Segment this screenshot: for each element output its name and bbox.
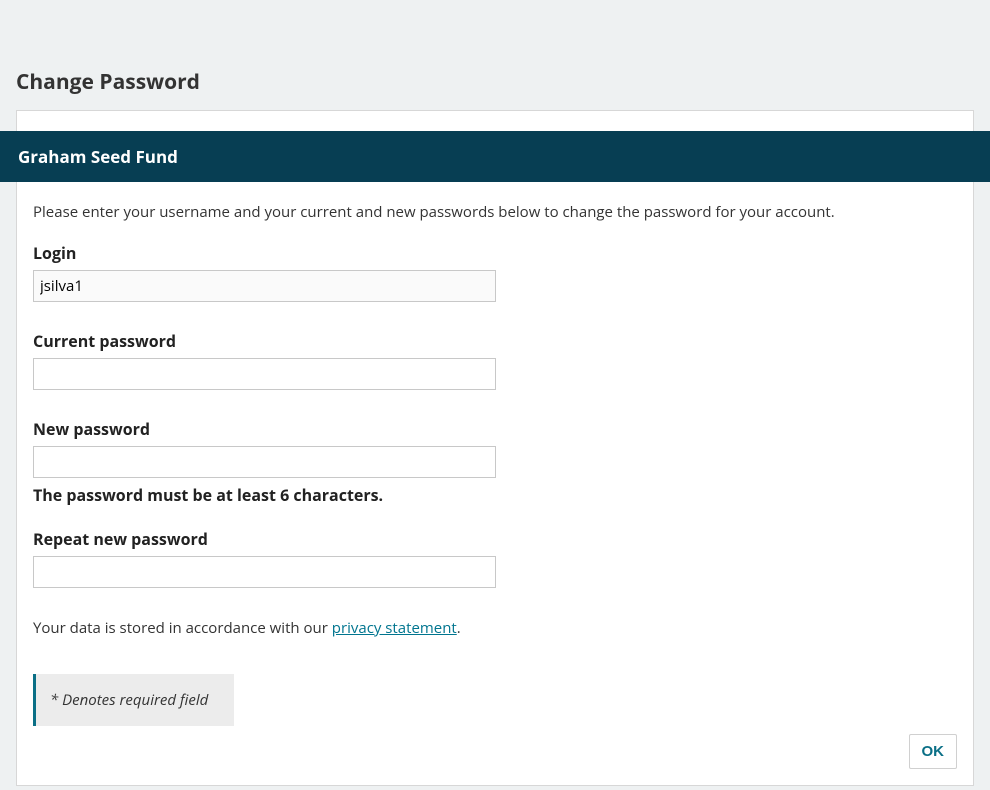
privacy-prefix: Your data is stored in accordance with o… bbox=[33, 618, 332, 638]
repeat-password-input[interactable] bbox=[33, 556, 496, 588]
repeat-password-group: Repeat new password bbox=[17, 506, 973, 588]
new-password-hint: The password must be at least 6 characte… bbox=[33, 484, 957, 506]
login-label: Login bbox=[33, 242, 957, 264]
card-header: Graham Seed Fund bbox=[0, 131, 990, 182]
current-password-group: Current password bbox=[17, 302, 973, 390]
privacy-link[interactable]: privacy statement bbox=[332, 618, 457, 638]
login-group: Login bbox=[17, 232, 973, 302]
required-note: * Denotes required field bbox=[33, 674, 234, 726]
ok-button[interactable]: OK bbox=[909, 734, 958, 769]
new-password-group: New password The password must be at lea… bbox=[17, 390, 973, 506]
new-password-input[interactable] bbox=[33, 446, 496, 478]
privacy-suffix: . bbox=[457, 618, 461, 638]
current-password-label: Current password bbox=[33, 330, 957, 352]
privacy-row: Your data is stored in accordance with o… bbox=[17, 588, 973, 638]
login-input[interactable] bbox=[33, 270, 496, 302]
current-password-input[interactable] bbox=[33, 358, 496, 390]
change-password-card: Graham Seed Fund Please enter your usern… bbox=[16, 110, 974, 786]
page-title: Change Password bbox=[0, 0, 990, 96]
repeat-password-label: Repeat new password bbox=[33, 528, 957, 550]
instructions-text: Please enter your username and your curr… bbox=[17, 182, 973, 232]
new-password-label: New password bbox=[33, 418, 957, 440]
